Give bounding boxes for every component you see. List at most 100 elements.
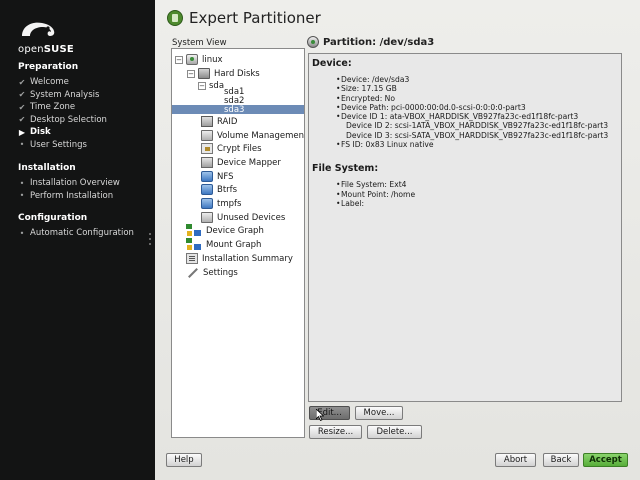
- bullet-icon: •: [19, 178, 25, 188]
- section-title-installation: Installation: [18, 163, 76, 173]
- help-button[interactable]: Help: [166, 453, 202, 467]
- chameleon-icon: [22, 22, 55, 36]
- nfs-icon: [201, 171, 213, 182]
- step-label: Desktop Selection: [30, 114, 107, 125]
- tree-item-settings[interactable]: Settings: [186, 266, 238, 279]
- unused-devices-icon: [201, 212, 213, 223]
- tree-item-label: Settings: [203, 267, 238, 278]
- abort-button[interactable]: Abort: [495, 453, 536, 467]
- tree-item-label: Installation Summary: [202, 253, 293, 264]
- checkmark-icon: ✔: [18, 115, 26, 124]
- move-button[interactable]: Move...: [355, 406, 403, 420]
- bullet-icon: •: [19, 140, 25, 149]
- device-detail-line: Device ID 2: scsi-1ATA_VBOX_HARDDISK_VB9…: [346, 121, 609, 131]
- step-desktop-selection: ✔ Desktop Selection: [17, 114, 107, 126]
- resize-button[interactable]: Resize...: [309, 425, 362, 439]
- device-heading: Device:: [312, 58, 352, 69]
- device-graph-icon: [186, 224, 202, 237]
- installation-steps-sidebar: openSUSE Preparation ✔ Welcome ✔ System Anal…: [0, 0, 155, 480]
- title-row: Expert Partitioner: [167, 9, 321, 27]
- opensuse-logo: openSUSE: [18, 18, 76, 58]
- tree-item-label: Volume Management: [217, 130, 305, 141]
- file-system-detail-line: Mount Point: /home: [336, 190, 618, 199]
- delete-button[interactable]: Delete...: [367, 425, 422, 439]
- tree-item-nfs[interactable]: NFS: [201, 170, 234, 183]
- btrfs-icon: [201, 184, 213, 195]
- checkmark-icon: ✔: [18, 102, 26, 112]
- tree-item-mount-graph[interactable]: Mount Graph: [186, 238, 261, 251]
- tree-item-label: linux: [202, 54, 223, 65]
- tree-item-label: tmpfs: [217, 198, 242, 209]
- collapse-toggle-icon[interactable]: −: [187, 69, 195, 78]
- computer-icon: [186, 54, 198, 65]
- step-label: System Analysis: [30, 89, 100, 100]
- step-label: User Settings: [30, 139, 87, 150]
- tree-item-btrfs[interactable]: Btrfs: [201, 183, 237, 196]
- step-label: Automatic Configuration: [30, 228, 134, 238]
- device-detail-line: FS ID: 0x83 Linux native: [336, 140, 618, 149]
- system-view-label: System View: [172, 38, 227, 48]
- device-detail-line: Device: /dev/sda3: [336, 75, 618, 84]
- tree-item-label: Crypt Files: [217, 143, 262, 154]
- step-label: Installation Overview: [30, 178, 120, 188]
- tree-item-installation-summary[interactable]: Installation Summary: [186, 252, 293, 265]
- step-welcome: ✔ Welcome: [17, 76, 69, 88]
- sidebar-resize-grip[interactable]: [149, 233, 152, 247]
- step-label: Welcome: [30, 77, 69, 87]
- installation-summary-icon: [186, 253, 198, 264]
- tree-item-label: sda: [209, 80, 225, 91]
- tree-item-label: Mount Graph: [206, 239, 262, 250]
- section-title-preparation: Preparation: [18, 62, 79, 72]
- partition-title: Partition: /dev/sda3: [323, 36, 435, 48]
- step-installation-overview: • Installation Overview: [17, 177, 120, 189]
- checkmark-icon: ✔: [18, 77, 26, 87]
- device-detail-line: Device ID 3: scsi-SATA_VBOX_HARDDISK_VB9…: [346, 130, 609, 140]
- tree-item-device-mapper[interactable]: Device Mapper: [201, 156, 281, 169]
- opensuse-wordmark: openSUSE: [18, 44, 74, 55]
- volume-management-icon: [201, 130, 213, 141]
- partition-header: Partition: /dev/sda3: [307, 36, 434, 48]
- settings-icon: [186, 267, 199, 279]
- tree-item-device-graph[interactable]: Device Graph: [186, 224, 264, 237]
- bullet-icon: •: [19, 228, 25, 238]
- tree-item-label: RAID: [217, 116, 238, 127]
- device-detail-line: Encrypted: No: [336, 94, 618, 103]
- crypt-files-icon: [201, 143, 213, 154]
- hard-disks-icon: [198, 68, 210, 79]
- logo-text-suse: SUSE: [43, 44, 74, 55]
- file-system-heading: File System:: [312, 163, 379, 175]
- system-view-tree[interactable]: − linux − Hard Disks − sda sda1 sda2 sda3 RAID Vol…: [171, 48, 305, 438]
- tree-item-unused-devices[interactable]: Unused Devices: [201, 211, 285, 224]
- tree-item-label: Unused Devices: [217, 212, 286, 223]
- current-arrow-icon: ▶: [18, 127, 26, 137]
- tree-item-crypt-files[interactable]: Crypt Files: [201, 142, 262, 155]
- logo-text-open: open: [18, 44, 44, 55]
- device-mapper-icon: [201, 157, 213, 168]
- tree-item-label: NFS: [217, 171, 234, 182]
- partition-icon: [307, 36, 319, 48]
- step-system-analysis: ✔ System Analysis: [17, 89, 100, 101]
- step-time-zone: ✔ Time Zone: [17, 101, 76, 113]
- partitioner-icon: [167, 10, 183, 26]
- collapse-toggle-icon[interactable]: −: [198, 81, 206, 90]
- file-system-detail-line: File System: Ext4: [336, 180, 618, 189]
- back-button[interactable]: Back: [543, 453, 579, 467]
- mount-graph-icon: [186, 238, 202, 251]
- tree-item-sda[interactable]: − sda: [198, 79, 224, 92]
- device-detail-line: Size: 17.15 GB: [336, 84, 618, 93]
- tree-item-label: Device Graph: [206, 225, 264, 236]
- partition-info-panel: Device: Device: /dev/sda3Size: 17.15 GBE…: [308, 53, 622, 402]
- device-detail-line: Device ID 1: ata-VBOX_HARDDISK_VB927fa23…: [336, 112, 618, 121]
- tree-item-raid[interactable]: RAID: [201, 115, 237, 128]
- tree-item-sda3[interactable]: sda3: [172, 105, 304, 115]
- tree-item-volume-management[interactable]: Volume Management: [201, 129, 305, 142]
- tree-item-label: Device Mapper: [217, 157, 281, 168]
- tree-item-linux[interactable]: − linux: [175, 53, 223, 66]
- tree-item-tmpfs[interactable]: tmpfs: [201, 197, 241, 210]
- step-perform-installation: • Perform Installation: [17, 190, 114, 202]
- bullet-icon: •: [19, 191, 25, 200]
- collapse-toggle-icon[interactable]: −: [175, 55, 183, 64]
- checkmark-icon: ✔: [18, 90, 26, 99]
- accept-button[interactable]: Accept: [583, 453, 628, 467]
- step-automatic-configuration: • Automatic Configuration: [17, 227, 134, 239]
